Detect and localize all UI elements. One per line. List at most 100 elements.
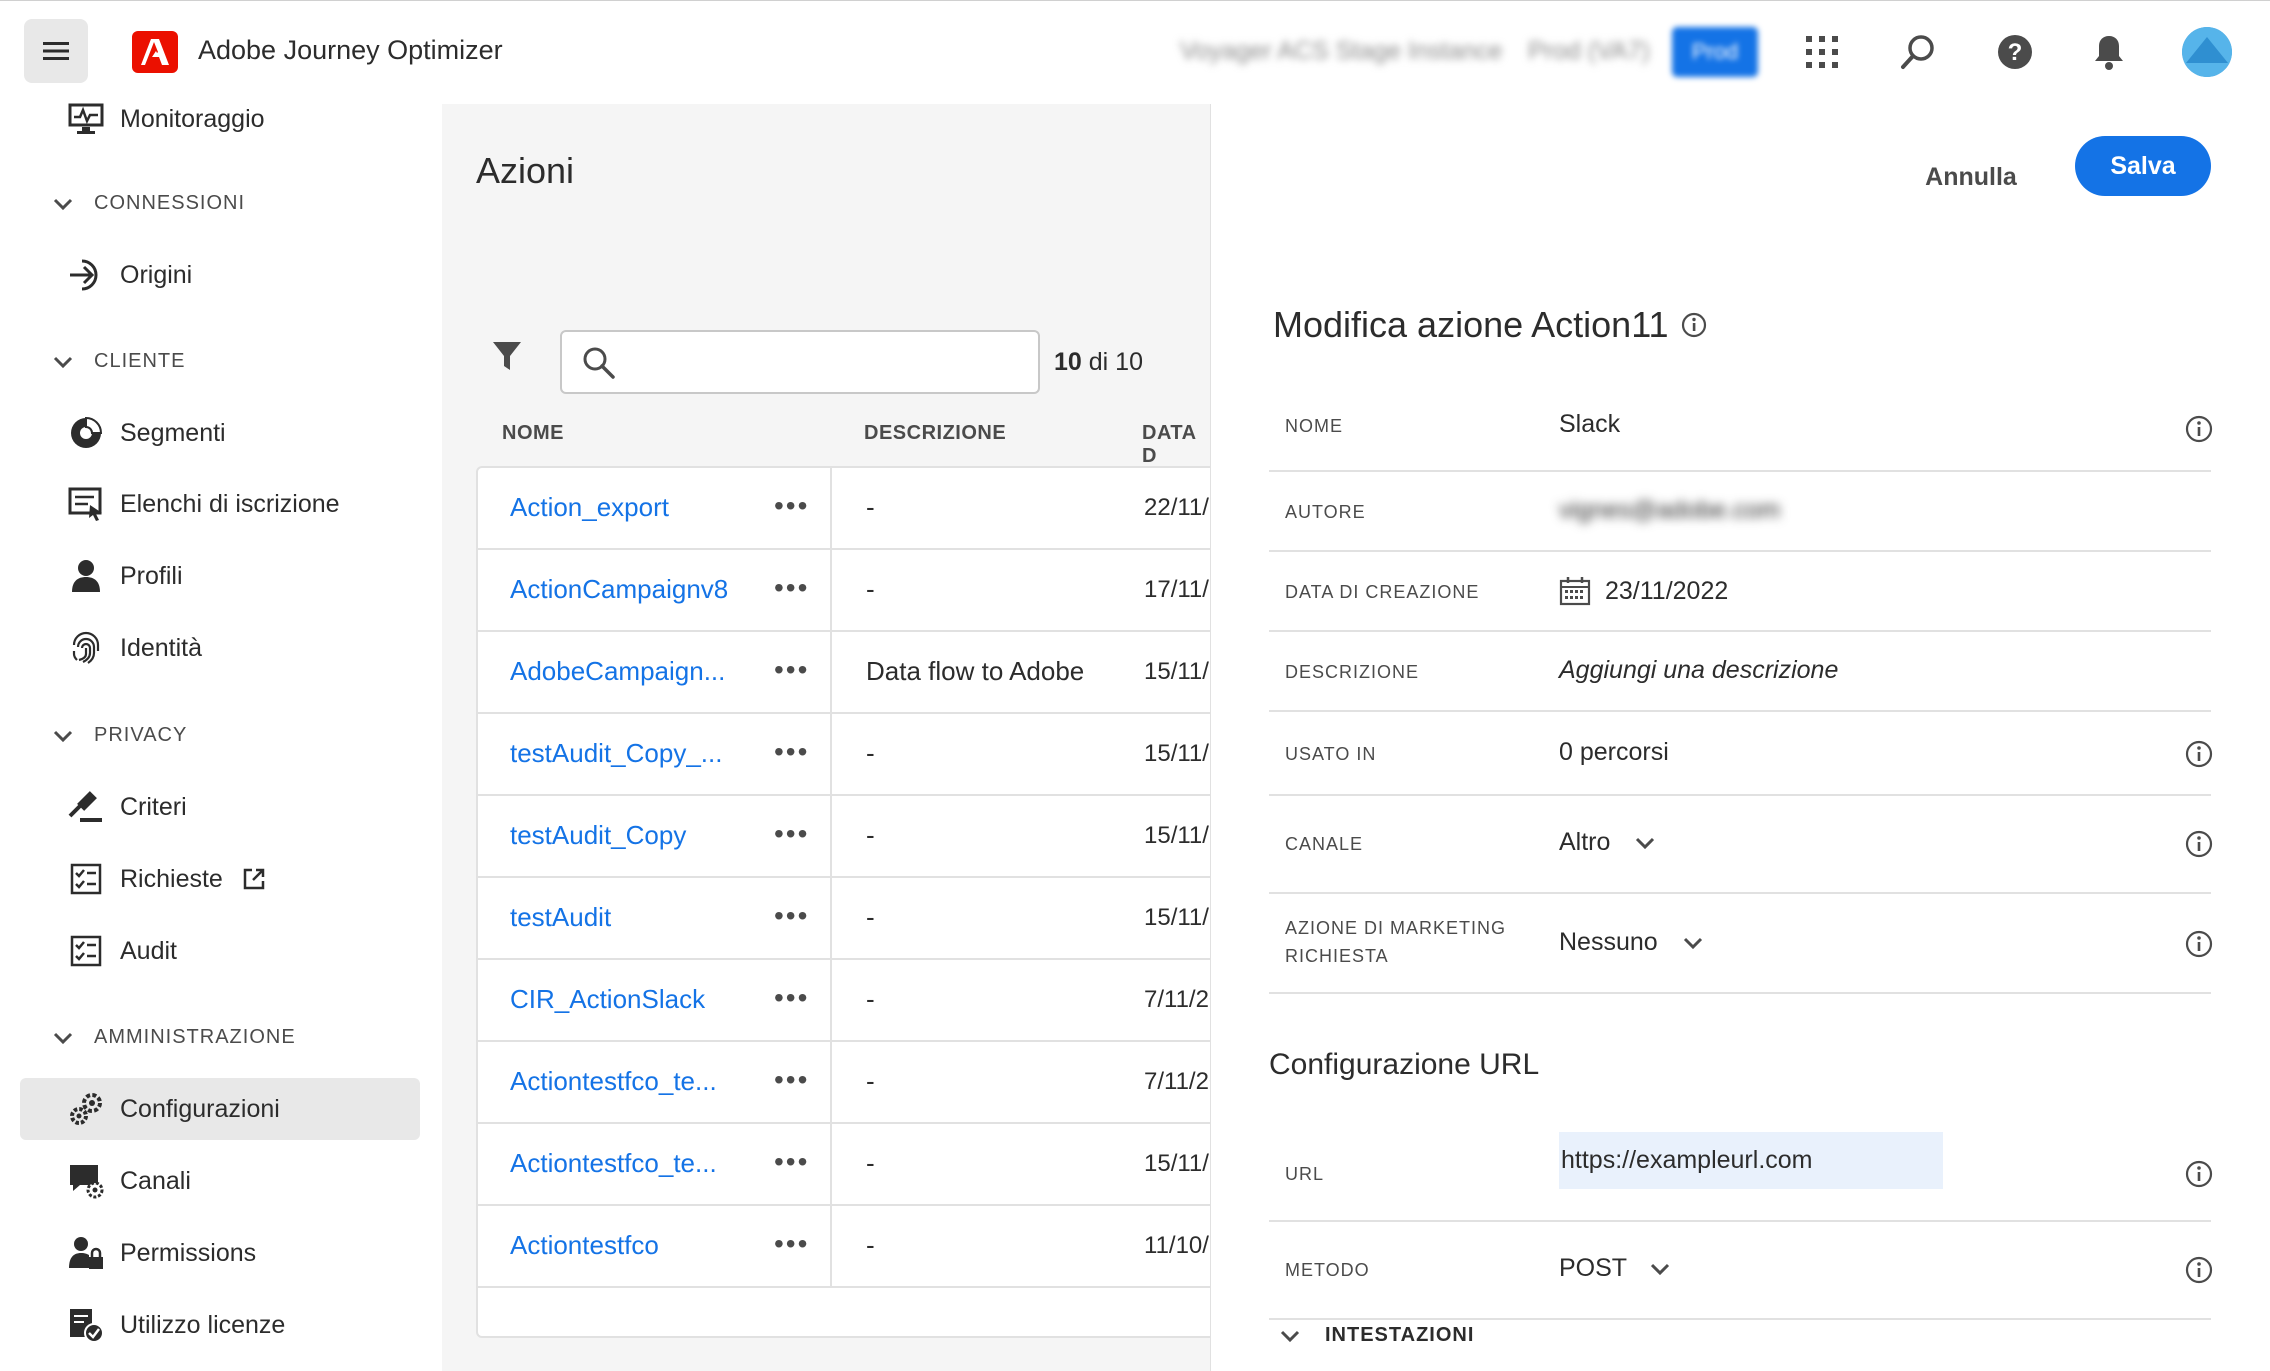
used-in-value: 0 percorsi (1559, 738, 1669, 766)
field-label: USATO IN (1285, 744, 1377, 764)
save-button[interactable]: Salva (2075, 136, 2211, 196)
sidebar-item-sources[interactable]: Origini (20, 244, 420, 306)
description-input[interactable]: Aggiungi una descrizione (1559, 656, 1838, 685)
table-row[interactable]: testAudit ••• -15/11/2 (478, 878, 1234, 960)
table-row[interactable]: Actiontestfco ••• -11/10/2 (478, 1206, 1234, 1288)
action-description: - (866, 820, 875, 850)
action-name-link[interactable]: Actiontestfco_te... (510, 1066, 717, 1097)
sidebar-item-label: Utilizzo licenze (120, 1310, 286, 1339)
field-description: DESCRIZIONE Aggiungi una descrizione (1269, 632, 2211, 712)
sidebar-item-policies[interactable]: Criteri (20, 776, 420, 838)
column-header-date[interactable]: DATA D (1142, 422, 1210, 468)
column-header-name[interactable]: NOME (502, 422, 564, 445)
action-name-link[interactable]: Actiontestfco_te... (510, 1148, 717, 1179)
funnel-icon (493, 342, 521, 370)
section-label: CLIENTE (94, 350, 186, 372)
section-connections[interactable]: CONNESSIONI (52, 192, 245, 215)
sidebar-item-identities[interactable]: Identità (20, 617, 420, 679)
search-input[interactable] (560, 330, 1040, 394)
section-privacy[interactable]: PRIVACY (52, 724, 187, 747)
more-actions-button[interactable]: ••• (774, 1146, 809, 1178)
sidebar-item-monitoring[interactable]: Monitoraggio (20, 88, 420, 150)
column-header-description[interactable]: DESCRIZIONE (864, 422, 1006, 445)
notifications-button[interactable] (2088, 31, 2130, 73)
table-row[interactable]: Actiontestfco_te... ••• -15/11/2 (478, 1124, 1234, 1206)
info-icon[interactable] (2185, 930, 2213, 958)
more-actions-button[interactable]: ••• (774, 982, 809, 1014)
info-icon[interactable] (2185, 415, 2213, 443)
help-button[interactable]: ? (1994, 31, 2036, 73)
section-administration[interactable]: AMMINISTRAZIONE (52, 1026, 296, 1049)
sidebar-item-label: Segmenti (120, 418, 226, 447)
search-button[interactable] (1897, 31, 1939, 73)
action-name-link[interactable]: Actiontestfco (510, 1230, 659, 1261)
table-row[interactable]: testAudit_Copy_... ••• -15/11/2 (478, 714, 1234, 796)
adobe-logo[interactable] (132, 31, 178, 73)
table-row[interactable]: CIR_ActionSlack ••• -7/11/20 (478, 960, 1234, 1042)
chevron-down-icon (1651, 1263, 1670, 1275)
field-label: AZIONE DI MARKETING (1285, 918, 1507, 938)
sidebar-item-license-usage[interactable]: Utilizzo licenze (20, 1294, 420, 1356)
url-input[interactable]: https://exampleurl.com (1559, 1132, 1943, 1189)
action-name-link[interactable]: testAudit_Copy (510, 820, 686, 851)
more-actions-button[interactable]: ••• (774, 490, 809, 522)
method-dropdown[interactable]: POST (1559, 1254, 1671, 1283)
more-actions-button[interactable]: ••• (774, 654, 809, 686)
table-row[interactable]: Actiontestfco_te... ••• -7/11/20 (478, 1042, 1234, 1124)
info-icon[interactable] (2185, 830, 2213, 858)
sidebar-item-segments[interactable]: Segmenti (20, 402, 420, 464)
more-actions-button[interactable]: ••• (774, 1228, 809, 1260)
action-name-link[interactable]: testAudit (510, 902, 611, 933)
gears-icon (68, 1091, 104, 1127)
headers-section-toggle[interactable]: INTESTAZIONI (1279, 1324, 1474, 1347)
field-label: RICHIESTA (1285, 946, 1389, 966)
calendar-icon (1559, 577, 1591, 606)
more-actions-button[interactable]: ••• (774, 900, 809, 932)
sidebar-item-requests[interactable]: Richieste (20, 848, 420, 910)
filter-button[interactable] (492, 340, 522, 372)
sidebar-nav: Monitoraggio CONNESSIONI Origini CLIENTE… (0, 103, 442, 1371)
more-actions-button[interactable]: ••• (774, 572, 809, 604)
action-name-link[interactable]: AdobeCampaign... (510, 656, 725, 687)
cancel-button[interactable]: Annulla (1911, 148, 2031, 206)
section-label: CONNESSIONI (94, 192, 246, 214)
action-name-link[interactable]: CIR_ActionSlack (510, 984, 705, 1015)
sidebar-item-configurations[interactable]: Configurazioni (20, 1078, 420, 1140)
name-value[interactable]: Slack (1559, 410, 1620, 439)
section-customer[interactable]: CLIENTE (52, 350, 185, 373)
more-actions-button[interactable]: ••• (774, 818, 809, 850)
segments-icon (68, 415, 104, 451)
sidebar-item-channels[interactable]: Canali (20, 1150, 420, 1212)
info-icon[interactable] (2185, 1160, 2213, 1188)
table-row[interactable]: AdobeCampaign... ••• Data flow to Adobe 15/… (478, 632, 1234, 714)
action-name-link[interactable]: Action_export (510, 492, 669, 523)
table-row[interactable]: Action_export ••• -22/11/2 (478, 468, 1234, 550)
sidebar-item-audit[interactable]: Audit (20, 920, 420, 982)
svg-text:?: ? (2008, 39, 2023, 66)
table-row[interactable]: testAudit_Copy ••• -15/11/2 (478, 796, 1234, 878)
count-current: 10 (1054, 348, 1082, 376)
actions-list-area: Azioni 10 di 10 NOME DESCRIZIONE DATA D … (442, 104, 1236, 1371)
marketing-action-dropdown[interactable]: Nessuno (1559, 928, 1704, 957)
sidebar-item-permissions[interactable]: Permissions (20, 1222, 420, 1284)
action-name-link[interactable]: ActionCampaignv8 (510, 574, 728, 605)
menu-hamburger-button[interactable] (24, 19, 88, 83)
info-icon[interactable] (2185, 740, 2213, 768)
user-avatar[interactable] (2182, 27, 2232, 77)
table-row[interactable]: ActionCampaignv8 ••• -17/11/2 (478, 550, 1234, 632)
app-switcher-button[interactable] (1801, 31, 1843, 73)
info-icon[interactable] (1681, 312, 1707, 338)
sandbox-switcher[interactable]: Voyager ACS Stage Instance (1180, 37, 1502, 66)
sidebar-item-subscription-lists[interactable]: Elenchi di iscrizione (20, 473, 420, 535)
sidebar-item-profiles[interactable]: Profili (20, 545, 420, 607)
channel-dropdown[interactable]: Altro (1559, 828, 1656, 857)
action-description: - (866, 738, 875, 768)
column-divider (830, 878, 832, 960)
chevron-down-icon (53, 356, 73, 368)
chevron-down-icon (1683, 937, 1702, 949)
info-icon[interactable] (2185, 1256, 2213, 1284)
action-name-link[interactable]: testAudit_Copy_... (510, 738, 722, 769)
more-actions-button[interactable]: ••• (774, 1064, 809, 1096)
list-subscribe-icon (68, 486, 104, 522)
more-actions-button[interactable]: ••• (774, 736, 809, 768)
